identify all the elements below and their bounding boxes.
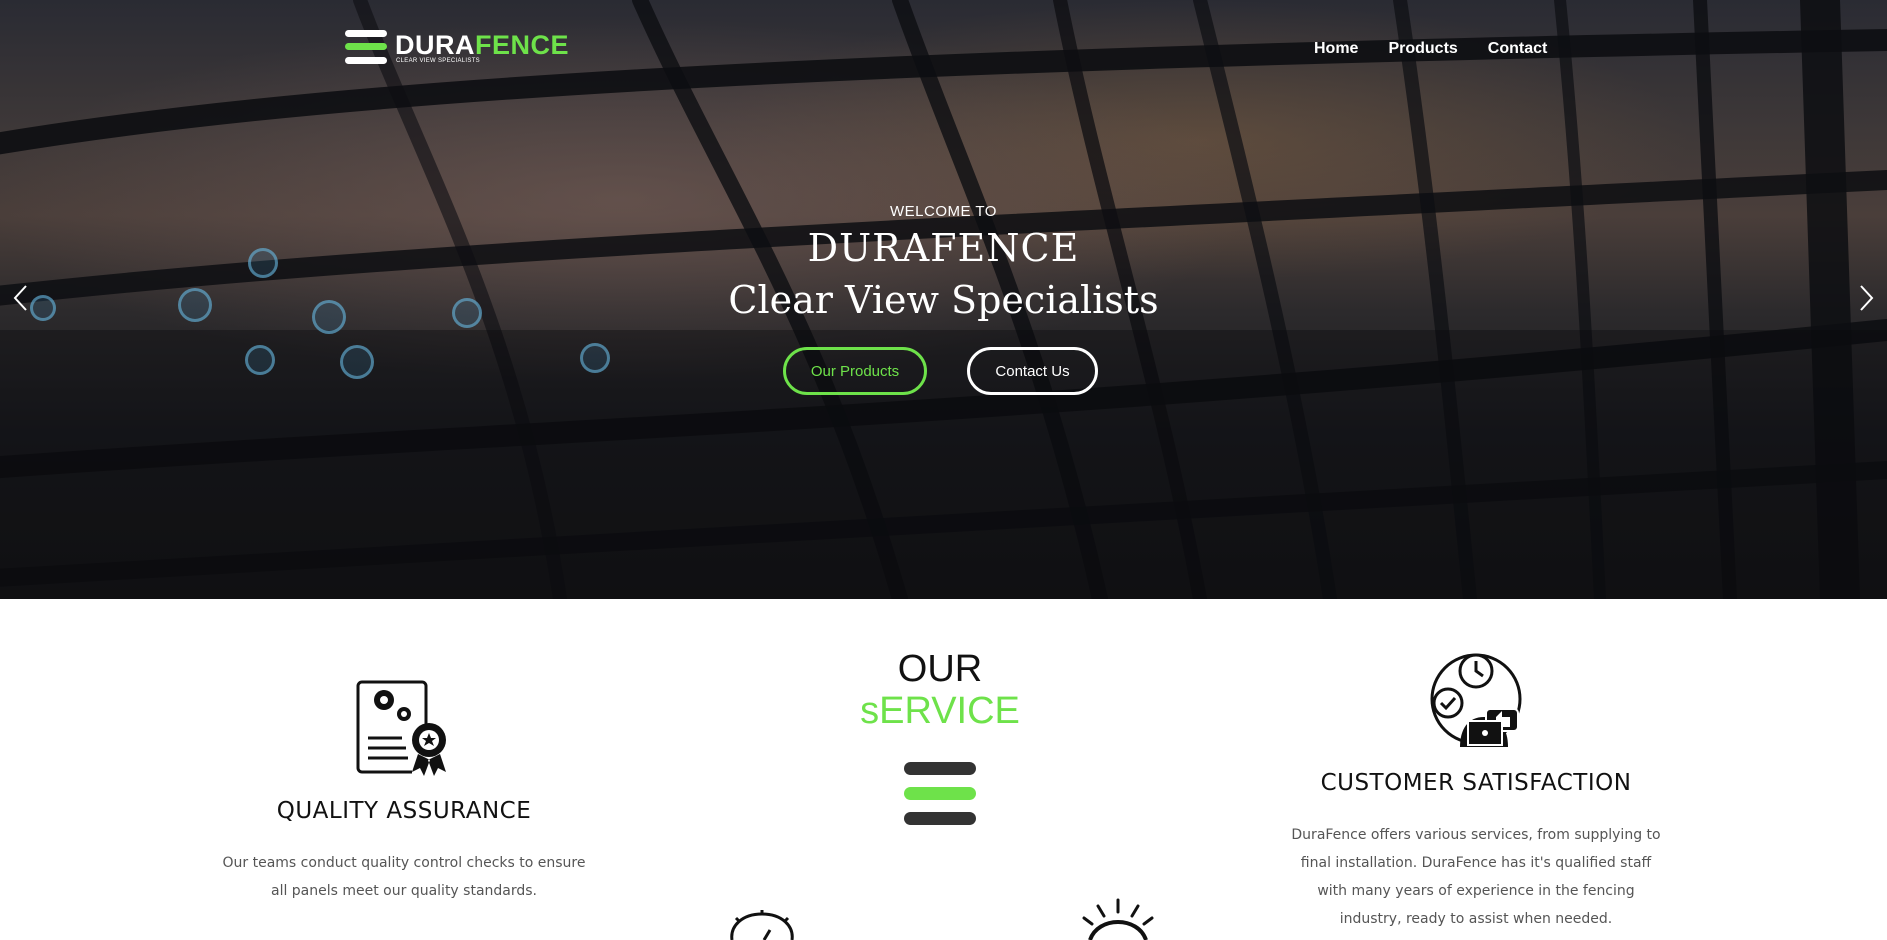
bokeh-light [245,345,275,375]
satisfied-customer-icon [1430,653,1522,747]
hero-subtitle: Clear View Specialists [728,278,1159,322]
logo-wordmark: DURAFENCE [395,30,569,61]
durafence-logo[interactable]: DURAFENCE CLEAR VIEW SPECIALISTS [345,28,569,72]
hero-title: DURAFENCE [807,226,1080,270]
logo-text-fence: FENCE [475,30,570,60]
services-heading-top: OUR [897,648,983,690]
customer-satisfaction-text-line: DuraFence offers various services, from … [1291,827,1661,843]
nav-home[interactable]: Home [1314,40,1358,58]
chevron-right-icon[interactable] [1853,283,1879,313]
certificate-gears-icon [356,680,446,776]
contact-us-button[interactable]: Contact Us [967,347,1098,395]
customer-satisfaction-text-line: industry, ready to assist when needed. [1339,911,1613,927]
quality-assurance-text-line: all panels meet our quality standards. [270,883,538,899]
chevron-left-icon[interactable] [8,283,34,313]
main-nav: Home Products Contact [1314,40,1547,58]
hero-banner: DURAFENCE CLEAR VIEW SPECIALISTS Home Pr… [0,0,1887,599]
customer-satisfaction-title: CUSTOMER SATISFACTION [1320,770,1632,796]
customer-satisfaction-text-line: with many years of experience in the fen… [1317,883,1635,899]
services-heading-bottom: sERVICE [860,690,1020,732]
customer-satisfaction-text-line: final installation. DuraFence has it's q… [1300,855,1652,871]
hero-welcome: WELCOME TO [890,203,997,220]
bokeh-light [580,343,610,373]
quality-assurance-title: QUALITY ASSURANCE [276,798,532,824]
bokeh-light [340,345,374,379]
sun-rays-icon [1082,898,1154,940]
nav-products[interactable]: Products [1388,40,1457,58]
logo-text-dura: DURA [395,30,475,60]
nav-contact[interactable]: Contact [1488,40,1548,58]
badge-check-icon [730,910,794,940]
our-products-button[interactable]: Our Products [783,347,927,395]
quality-assurance-text-line: Our teams conduct quality control checks… [222,855,586,871]
logo-tagline: CLEAR VIEW SPECIALISTS [396,58,480,64]
